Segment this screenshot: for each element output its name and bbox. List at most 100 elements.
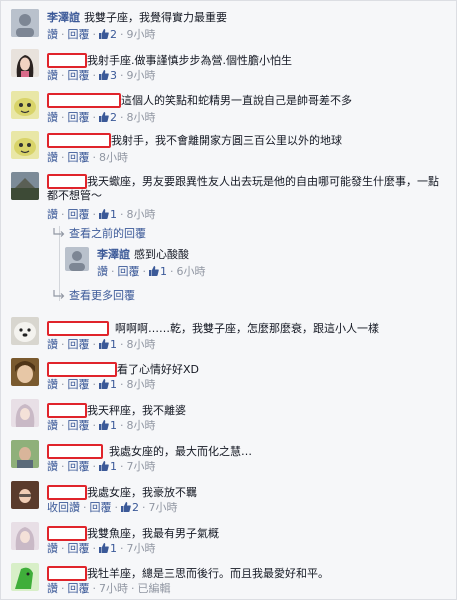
comment-body: 看了心情好好XD bbox=[47, 362, 199, 377]
timestamp[interactable]: 8小時 bbox=[127, 378, 156, 391]
timestamp[interactable]: 9小時 bbox=[127, 28, 156, 41]
comment-body: 啊啊啊……乾，我雙子座，怎麼那麼衰，跟這小人一樣 bbox=[47, 321, 379, 336]
like-count[interactable]: 1 bbox=[160, 265, 167, 278]
reply-link[interactable]: 回覆 bbox=[68, 69, 90, 82]
like-count[interactable]: 1 bbox=[110, 542, 117, 555]
comment-actions: 收回讚 · 回覆 · 2 · 7小時 bbox=[47, 501, 178, 514]
comment-actions: 讚 · 回覆 · 1 · 8小時 bbox=[47, 378, 156, 391]
reply-link[interactable]: 回覆 bbox=[68, 419, 90, 432]
like-count[interactable]: 3 bbox=[110, 69, 117, 82]
timestamp[interactable]: 8小時 bbox=[127, 208, 156, 221]
comment-body: 李澤誼 感到心酸酸 bbox=[97, 248, 189, 262]
like-link[interactable]: 讚 bbox=[97, 265, 108, 278]
like-count[interactable]: 2 bbox=[110, 28, 117, 41]
timestamp[interactable]: 8小時 bbox=[127, 338, 156, 351]
like-count[interactable]: 1 bbox=[110, 208, 117, 221]
like-link[interactable]: 讚 bbox=[47, 419, 58, 432]
reply-link[interactable]: 回覆 bbox=[68, 378, 90, 391]
reply-link[interactable]: 回覆 bbox=[68, 28, 90, 41]
edited-label[interactable]: 已編輯 bbox=[138, 582, 171, 595]
avatar[interactable] bbox=[11, 440, 39, 468]
comment-text: 我射手座.做事謹慎步步為營.個性膽小怕生 bbox=[87, 54, 292, 67]
avatar[interactable] bbox=[11, 131, 39, 159]
thumbs-up-icon bbox=[99, 339, 109, 349]
timestamp[interactable]: 7小時 bbox=[99, 582, 128, 595]
avatar[interactable] bbox=[11, 399, 39, 427]
avatar[interactable] bbox=[11, 91, 39, 119]
avatar[interactable] bbox=[11, 49, 39, 77]
avatar[interactable] bbox=[11, 522, 39, 550]
like-link[interactable]: 讚 bbox=[47, 28, 58, 41]
like-link[interactable]: 讚 bbox=[47, 69, 58, 82]
reply-link[interactable]: 回覆 bbox=[68, 582, 90, 595]
thumbs-up-icon bbox=[99, 29, 109, 39]
redacted-name bbox=[47, 133, 111, 148]
like-count[interactable]: 1 bbox=[110, 378, 117, 391]
avatar[interactable] bbox=[11, 358, 39, 386]
like-link[interactable]: 讚 bbox=[47, 338, 58, 351]
reply-link[interactable]: 回覆 bbox=[68, 111, 90, 124]
like-link[interactable]: 讚 bbox=[47, 151, 58, 164]
reply-link[interactable]: 回覆 bbox=[118, 265, 140, 278]
comment-actions: 讚 · 回覆 · 8小時 bbox=[47, 151, 128, 164]
avatar[interactable] bbox=[11, 317, 39, 345]
reply-link[interactable]: 回覆 bbox=[68, 208, 90, 221]
comment-text: 我處女座，我豪放不羈 bbox=[87, 486, 197, 499]
avatar[interactable] bbox=[11, 563, 39, 591]
thumbs-up-icon bbox=[149, 266, 159, 276]
like-count[interactable]: 1 bbox=[110, 419, 117, 432]
like-link[interactable]: 讚 bbox=[47, 582, 58, 595]
redacted-name bbox=[47, 526, 87, 541]
like-link[interactable]: 讚 bbox=[47, 111, 58, 124]
timestamp[interactable]: 6小時 bbox=[177, 265, 206, 278]
thumbs-up-icon bbox=[99, 543, 109, 553]
view-more-replies[interactable]: 查看更多回覆 bbox=[53, 289, 135, 303]
like-link[interactable]: 讚 bbox=[47, 378, 58, 391]
comment-body: 我雙魚座，我最有男子氣概 bbox=[47, 526, 219, 541]
like-count[interactable]: 2 bbox=[110, 111, 117, 124]
comment-text: 這個人的笑點和蛇精男一直說自己是帥哥差不多 bbox=[121, 94, 352, 107]
comment-body: 我天秤座，我不離婆 bbox=[47, 403, 186, 418]
reply-link[interactable]: 回覆 bbox=[68, 151, 90, 164]
comment-body: 這個人的笑點和蛇精男一直說自己是帥哥差不多 bbox=[47, 93, 352, 108]
reply-arrow-icon bbox=[53, 228, 65, 237]
like-link[interactable]: 讚 bbox=[47, 460, 58, 473]
avatar[interactable] bbox=[11, 9, 39, 37]
reply-arrow-icon bbox=[53, 290, 65, 299]
redacted-name bbox=[47, 444, 103, 459]
reply-link[interactable]: 回覆 bbox=[68, 338, 90, 351]
comment-actions: 讚 · 回覆 · 7小時 · 已編輯 bbox=[47, 582, 171, 595]
comment-text: 我雙魚座，我最有男子氣概 bbox=[87, 527, 219, 540]
timestamp[interactable]: 8小時 bbox=[127, 419, 156, 432]
avatar[interactable] bbox=[11, 481, 39, 509]
like-count[interactable]: 1 bbox=[110, 460, 117, 473]
unlike-link[interactable]: 收回讚 bbox=[47, 501, 80, 514]
timestamp[interactable]: 9小時 bbox=[127, 69, 156, 82]
reply-link[interactable]: 回覆 bbox=[68, 542, 90, 555]
thumbs-up-icon bbox=[99, 461, 109, 471]
commenter-name[interactable]: 李澤誼 bbox=[47, 11, 80, 24]
like-count[interactable]: 1 bbox=[110, 338, 117, 351]
timestamp[interactable]: 7小時 bbox=[149, 501, 178, 514]
avatar[interactable] bbox=[65, 247, 89, 271]
timestamp[interactable]: 7小時 bbox=[127, 542, 156, 555]
timestamp[interactable]: 8小時 bbox=[127, 111, 156, 124]
view-previous-replies[interactable]: 查看之前的回覆 bbox=[53, 227, 146, 241]
redacted-name bbox=[47, 53, 87, 68]
commenter-name[interactable]: 李澤誼 bbox=[97, 248, 130, 261]
like-link[interactable]: 讚 bbox=[47, 208, 58, 221]
comment-actions: 讚 · 回覆 · 2 · 8小時 bbox=[47, 111, 156, 124]
timestamp[interactable]: 8小時 bbox=[99, 151, 128, 164]
comment-body: 我射手座.做事謹慎步步為營.個性膽小怕生 bbox=[47, 53, 292, 68]
avatar[interactable] bbox=[11, 172, 39, 200]
reply-link[interactable]: 回覆 bbox=[68, 460, 90, 473]
timestamp[interactable]: 7小時 bbox=[127, 460, 156, 473]
like-link[interactable]: 讚 bbox=[47, 542, 58, 555]
redacted-name bbox=[47, 321, 109, 336]
reply-link[interactable]: 回覆 bbox=[90, 501, 112, 514]
comment-actions: 讚 · 回覆 · 1 · 7小時 bbox=[47, 460, 156, 473]
comment-actions: 讚 · 回覆 · 3 · 9小時 bbox=[47, 69, 156, 82]
redacted-name bbox=[47, 485, 87, 500]
like-count[interactable]: 2 bbox=[132, 501, 139, 514]
redacted-name bbox=[47, 403, 87, 418]
